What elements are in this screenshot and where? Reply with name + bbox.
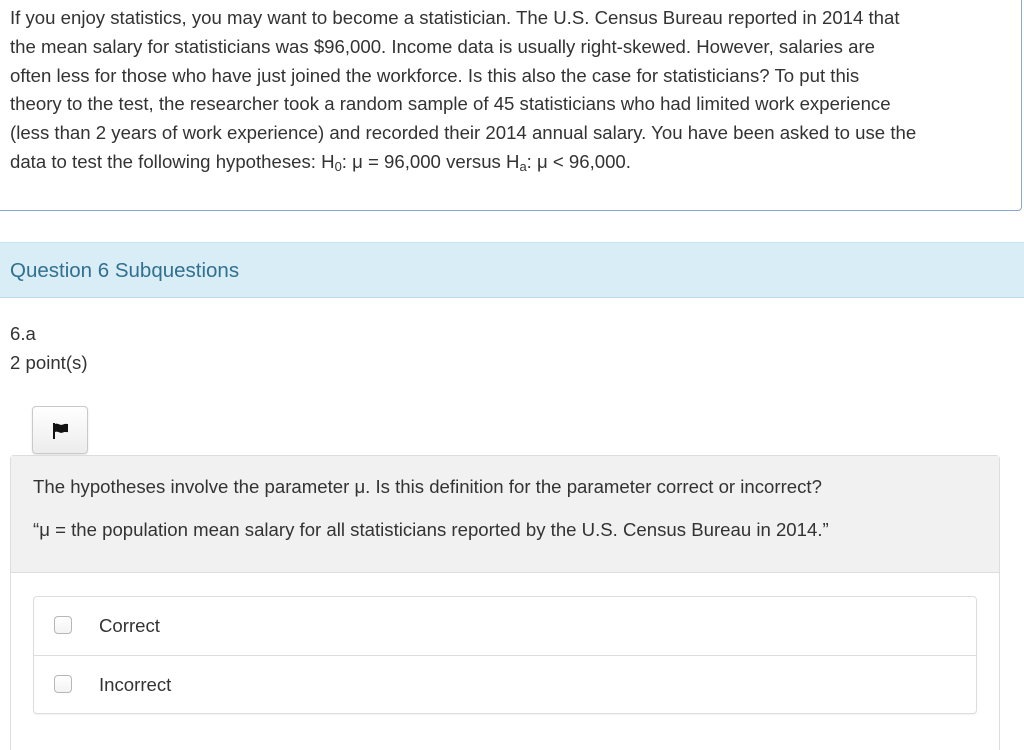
subquestion-card: The hypotheses involve the parameter μ. … <box>10 455 1000 750</box>
stem-line: (less than 2 years of work experience) a… <box>10 122 917 144</box>
hypotheses-line: data to test the following hypotheses: H… <box>10 148 1010 177</box>
question-stem-text: If you enjoy statistics, you may want to… <box>10 4 1010 177</box>
stem-line: the mean salary for statisticians was $9… <box>10 35 876 57</box>
subquestion-number: 6.a <box>10 323 36 344</box>
stem-line: If you enjoy statistics, you may want to… <box>10 7 900 28</box>
answer-options-list: Correct Incorrect <box>33 596 977 714</box>
checkbox[interactable] <box>54 675 72 693</box>
alternative-hypothesis-subscript: a <box>519 158 527 174</box>
answer-option-correct[interactable]: Correct <box>34 597 976 656</box>
question-prompt: The hypotheses involve the parameter μ. … <box>33 476 822 497</box>
option-label: Correct <box>99 615 160 636</box>
checkbox[interactable] <box>54 616 72 634</box>
option-label: Incorrect <box>99 674 172 695</box>
subquestion-points: 2 point(s) <box>10 352 88 373</box>
parameter-definition: “μ = the population mean salary for all … <box>33 519 829 540</box>
null-hypothesis-statement: : μ = 96,000 versus H <box>341 150 520 172</box>
alternative-hypothesis-statement: : μ < 96,000. <box>526 150 631 172</box>
null-hypothesis-subscript: 0 <box>334 158 342 174</box>
flag-question-button[interactable] <box>32 406 88 454</box>
flag-icon <box>53 423 68 439</box>
subquestions-title: Question 6 Subquestions <box>10 259 240 282</box>
answer-option-incorrect[interactable]: Incorrect <box>34 656 976 714</box>
question-stem-panel: If you enjoy statistics, you may want to… <box>0 0 1022 211</box>
stem-line: often less for those who have just joine… <box>10 64 860 86</box>
subquestions-header: Question 6 Subquestions <box>0 242 1024 298</box>
stem-line: theory to the test, the researcher took … <box>10 93 891 115</box>
subquestion-body: The hypotheses involve the parameter μ. … <box>11 456 999 573</box>
hypotheses-intro: data to test the following hypotheses: H <box>10 150 335 172</box>
